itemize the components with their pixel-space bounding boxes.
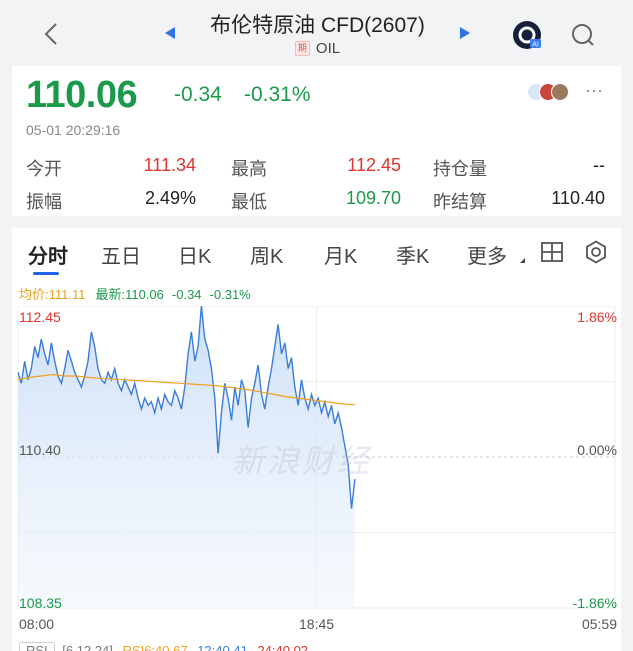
- y-left-label: 110.40: [19, 442, 61, 458]
- tab-five-day[interactable]: 五日: [101, 240, 141, 269]
- search-icon: [572, 24, 594, 46]
- intraday-chart-panel: 均价:111.11 最新:110.06 -0.34 -0.31% 新浪财经 112.4…: [12, 276, 621, 651]
- amplitude-label: 振幅: [26, 192, 62, 212]
- y-right-label: 0.00%: [577, 442, 617, 458]
- prev-settle-label: 昨结算: [433, 192, 487, 212]
- nav-bar: 布伦特原油 CFD(2607) 期 OIL AI: [0, 0, 633, 66]
- legend-avg-price: 均价:111.11: [19, 287, 86, 302]
- chart-legend: 均价:111.11 最新:110.06 -0.34 -0.31%: [19, 284, 251, 303]
- tab-more[interactable]: 更多: [467, 240, 507, 269]
- triangle-left-icon: [165, 27, 175, 39]
- x-tick-label: 08:00: [19, 616, 55, 632]
- rsi-label: RSI: [19, 642, 55, 651]
- ai-assistant-button[interactable]: AI: [510, 18, 544, 52]
- layout-grid-button[interactable]: [540, 240, 564, 264]
- dropdown-corner-icon: [520, 258, 525, 263]
- back-button[interactable]: [38, 18, 66, 50]
- rsi-indicator-row[interactable]: RSI [6,12,24] RSI6:40.67 12:40.41 24:40.…: [19, 642, 309, 651]
- rsi6-value: RSI6:40.67: [122, 643, 188, 651]
- tab-daily-k[interactable]: 日K: [178, 240, 211, 269]
- grid-icon: [541, 242, 563, 262]
- page-title: 布伦特原油 CFD(2607): [210, 14, 425, 37]
- tab-intraday[interactable]: 分时: [28, 240, 68, 269]
- y-left-label: 108.35: [19, 595, 62, 611]
- rsi12-value: 12:40.41: [197, 643, 248, 651]
- quote-time: 05-01 20:29:16: [26, 122, 121, 138]
- futures-badge: 期: [294, 41, 310, 56]
- chart-settings-button[interactable]: [584, 240, 608, 264]
- period-tabs: 分时 五日 日K 周K 月K 季K 更多: [12, 228, 621, 276]
- search-button[interactable]: [568, 20, 598, 50]
- y-right-label: -1.86%: [572, 595, 617, 611]
- rsi24-value: 24:40.02: [257, 643, 309, 651]
- price-change: -0.34: [174, 83, 222, 106]
- watermark-text: 新浪财经: [232, 443, 373, 479]
- prev-contract-button[interactable]: [163, 25, 177, 41]
- gear-icon: [586, 240, 606, 264]
- quote-screen: 布伦特原油 CFD(2607) 期 OIL AI 110.06 -0.34 -0…: [0, 0, 633, 651]
- quote-panel: 110.06 -0.34 -0.31% ··· 05-01 20:29:16 今…: [12, 66, 621, 216]
- high-label: 最高: [231, 159, 267, 179]
- chevron-left-icon: [44, 23, 57, 45]
- next-contract-button[interactable]: [458, 25, 472, 41]
- open-interest-value: --: [593, 155, 605, 175]
- user-avatar-icon: [551, 83, 569, 101]
- community-avatars[interactable]: [527, 83, 583, 103]
- x-tick-label: 18:45: [299, 616, 335, 632]
- svg-text:AI: AI: [532, 42, 539, 49]
- legend-change-pct: -0.31%: [209, 287, 251, 302]
- legend-change: -0.34: [171, 287, 202, 302]
- x-tick-label: 05:59: [581, 616, 617, 632]
- price-change-percent: -0.31%: [244, 83, 311, 106]
- amplitude-value: 2.49%: [144, 188, 196, 208]
- low-label: 最低: [231, 192, 267, 212]
- open-label: 今开: [26, 159, 62, 179]
- y-right-label: 1.86%: [577, 309, 617, 325]
- last-price: 110.06: [26, 74, 138, 116]
- tab-quarterly-k[interactable]: 季K: [396, 240, 429, 269]
- low-value: 109.70: [345, 188, 401, 208]
- ai-icon: AI: [513, 21, 541, 49]
- nav-subtitle: 期 OIL: [185, 40, 450, 57]
- triangle-right-icon: [460, 27, 470, 39]
- tab-weekly-k[interactable]: 周K: [250, 240, 283, 269]
- rsi-params: [6,12,24]: [62, 643, 113, 651]
- open-interest-label: 持仓量: [433, 159, 487, 179]
- high-value: 112.45: [347, 155, 401, 175]
- more-options-icon[interactable]: ···: [585, 80, 603, 101]
- open-value: 111.34: [143, 155, 196, 175]
- prev-settle-value: 110.40: [551, 188, 605, 208]
- ticker-symbol: OIL: [315, 40, 341, 57]
- y-left-label: 112.45: [19, 309, 61, 325]
- tab-monthly-k[interactable]: 月K: [324, 240, 357, 269]
- legend-last-price: 最新:110.06: [95, 287, 164, 302]
- active-tab-indicator: [33, 272, 59, 275]
